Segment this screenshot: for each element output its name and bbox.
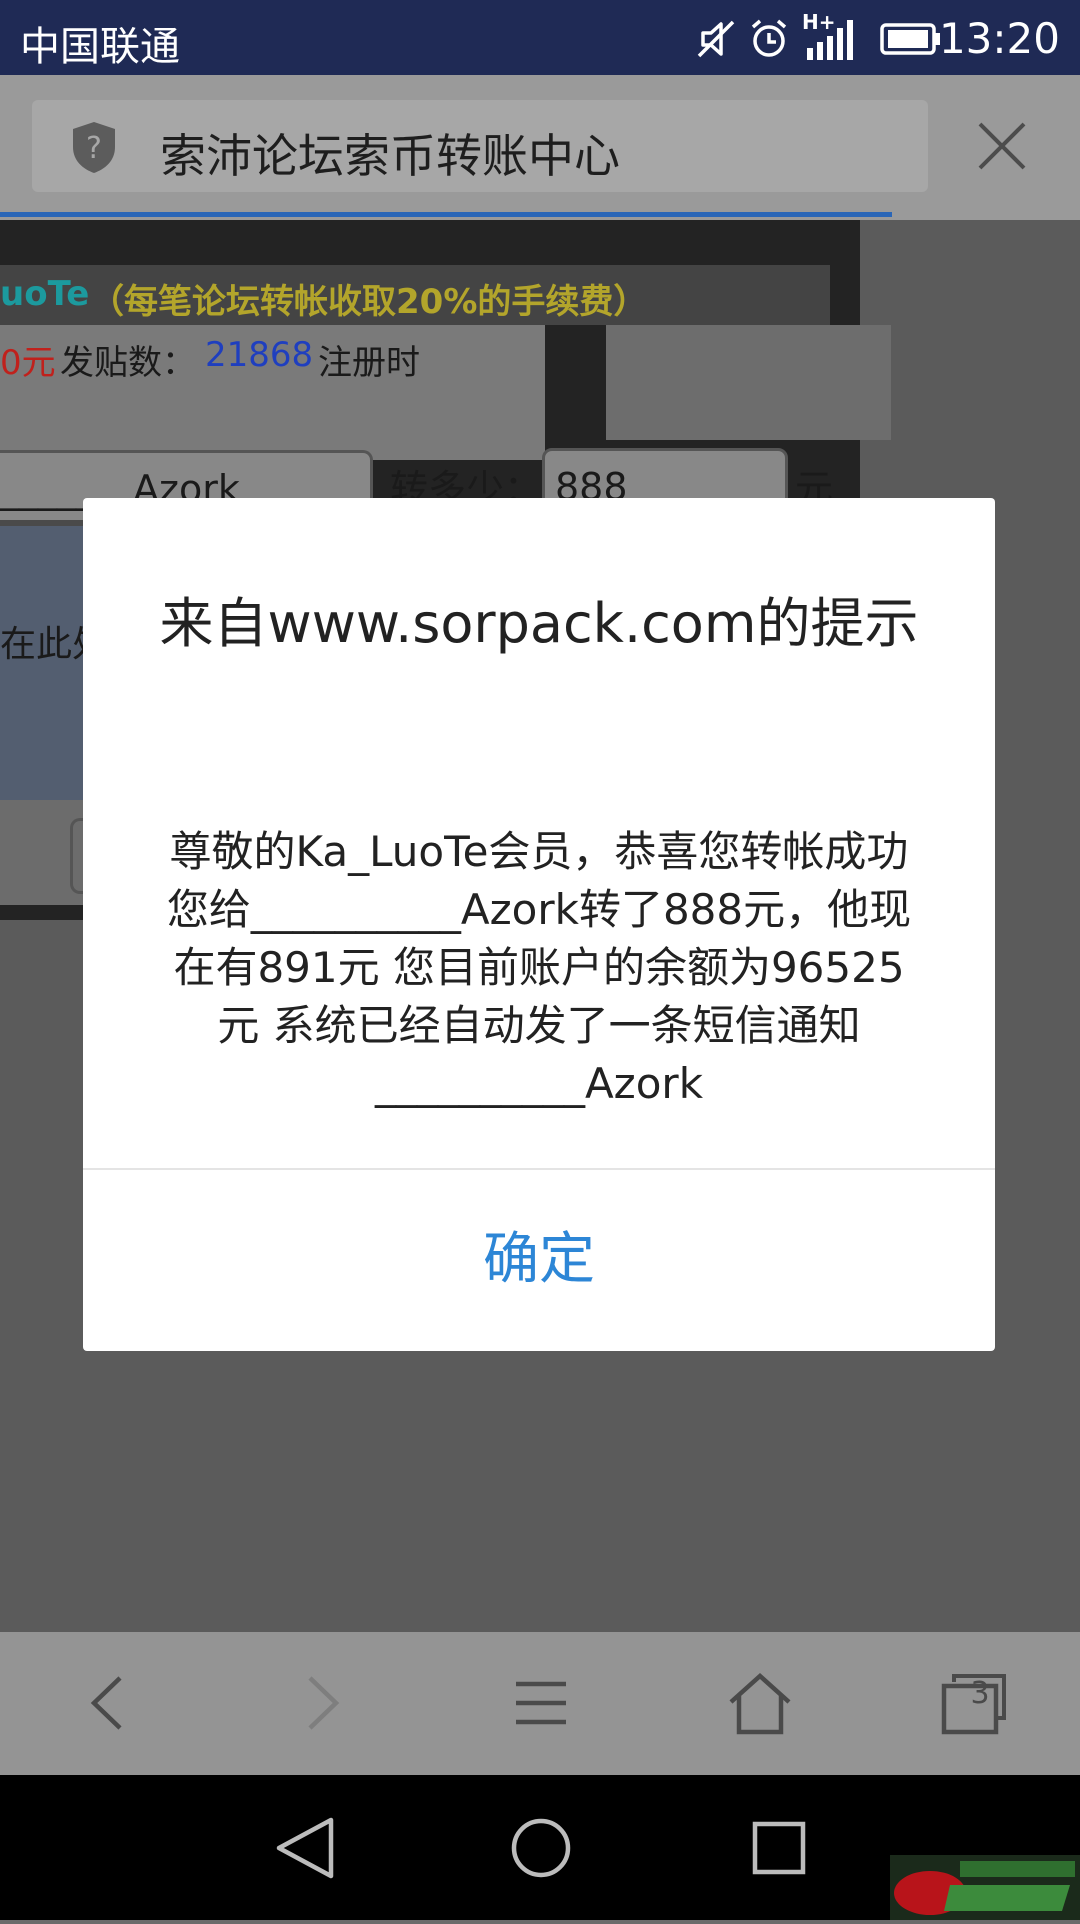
clock: 13:20 — [938, 14, 1060, 63]
home-button[interactable] — [687, 1632, 827, 1775]
fee-notice-row: uoTe （每笔论坛转帐收取20%的手续费） — [0, 265, 830, 325]
tabs-count: 3 — [970, 1676, 990, 1711]
side-panel — [606, 325, 891, 440]
balance-text: 0元 — [0, 343, 56, 383]
nav-recents-button[interactable] — [698, 1775, 858, 1920]
tabs-button[interactable]: 3 — [900, 1632, 1040, 1775]
mute-icon — [695, 18, 737, 58]
dialog-title: 来自www.sorpack.com的提示 — [159, 592, 919, 655]
browser-top-bar: ? 索沛论坛索币转账中心 — [0, 75, 1080, 220]
browser-toolbar: 3 — [0, 1632, 1080, 1775]
nav-back-button[interactable] — [222, 1775, 382, 1920]
menu-button[interactable] — [470, 1632, 610, 1775]
close-icon[interactable] — [976, 120, 1028, 176]
address-bar[interactable]: ? 索沛论坛索币转账中心 — [32, 100, 928, 192]
username-text: uoTe — [0, 274, 90, 314]
shield-question-icon: ? — [70, 120, 118, 178]
posts-label: 发贴数： — [60, 343, 196, 383]
signal-icon — [805, 18, 857, 60]
loading-progress-bar — [0, 212, 892, 217]
forward-button[interactable] — [250, 1632, 390, 1775]
alert-dialog: 来自www.sorpack.com的提示 尊敬的Ka_LuoTe会员，恭喜您转帐… — [83, 498, 995, 1351]
ok-button[interactable]: 确定 — [83, 1170, 995, 1350]
svg-text:?: ? — [86, 131, 102, 166]
posts-count: 21868 — [205, 335, 314, 375]
status-bar: 中国联通 H+ 13:20 — [0, 0, 1080, 75]
page-title: 索沛论坛索币转账中心 — [160, 129, 620, 183]
sorpack-watermark-logo — [890, 1855, 1080, 1920]
dialog-message: 尊敬的Ka_LuoTe会员，恭喜您转帐成功 您给__________Azork转… — [166, 827, 912, 1108]
back-button[interactable] — [38, 1632, 178, 1775]
alarm-icon — [748, 18, 790, 58]
register-label: 注册时 — [318, 343, 420, 383]
carrier-name: 中国联通 — [20, 24, 180, 70]
user-info-row: 0元 发贴数： 21868 注册时 — [0, 325, 545, 460]
fee-notice: （每笔论坛转帐收取20%的手续费） — [90, 282, 648, 322]
battery-icon — [880, 18, 942, 58]
nav-home-button[interactable] — [460, 1775, 620, 1920]
